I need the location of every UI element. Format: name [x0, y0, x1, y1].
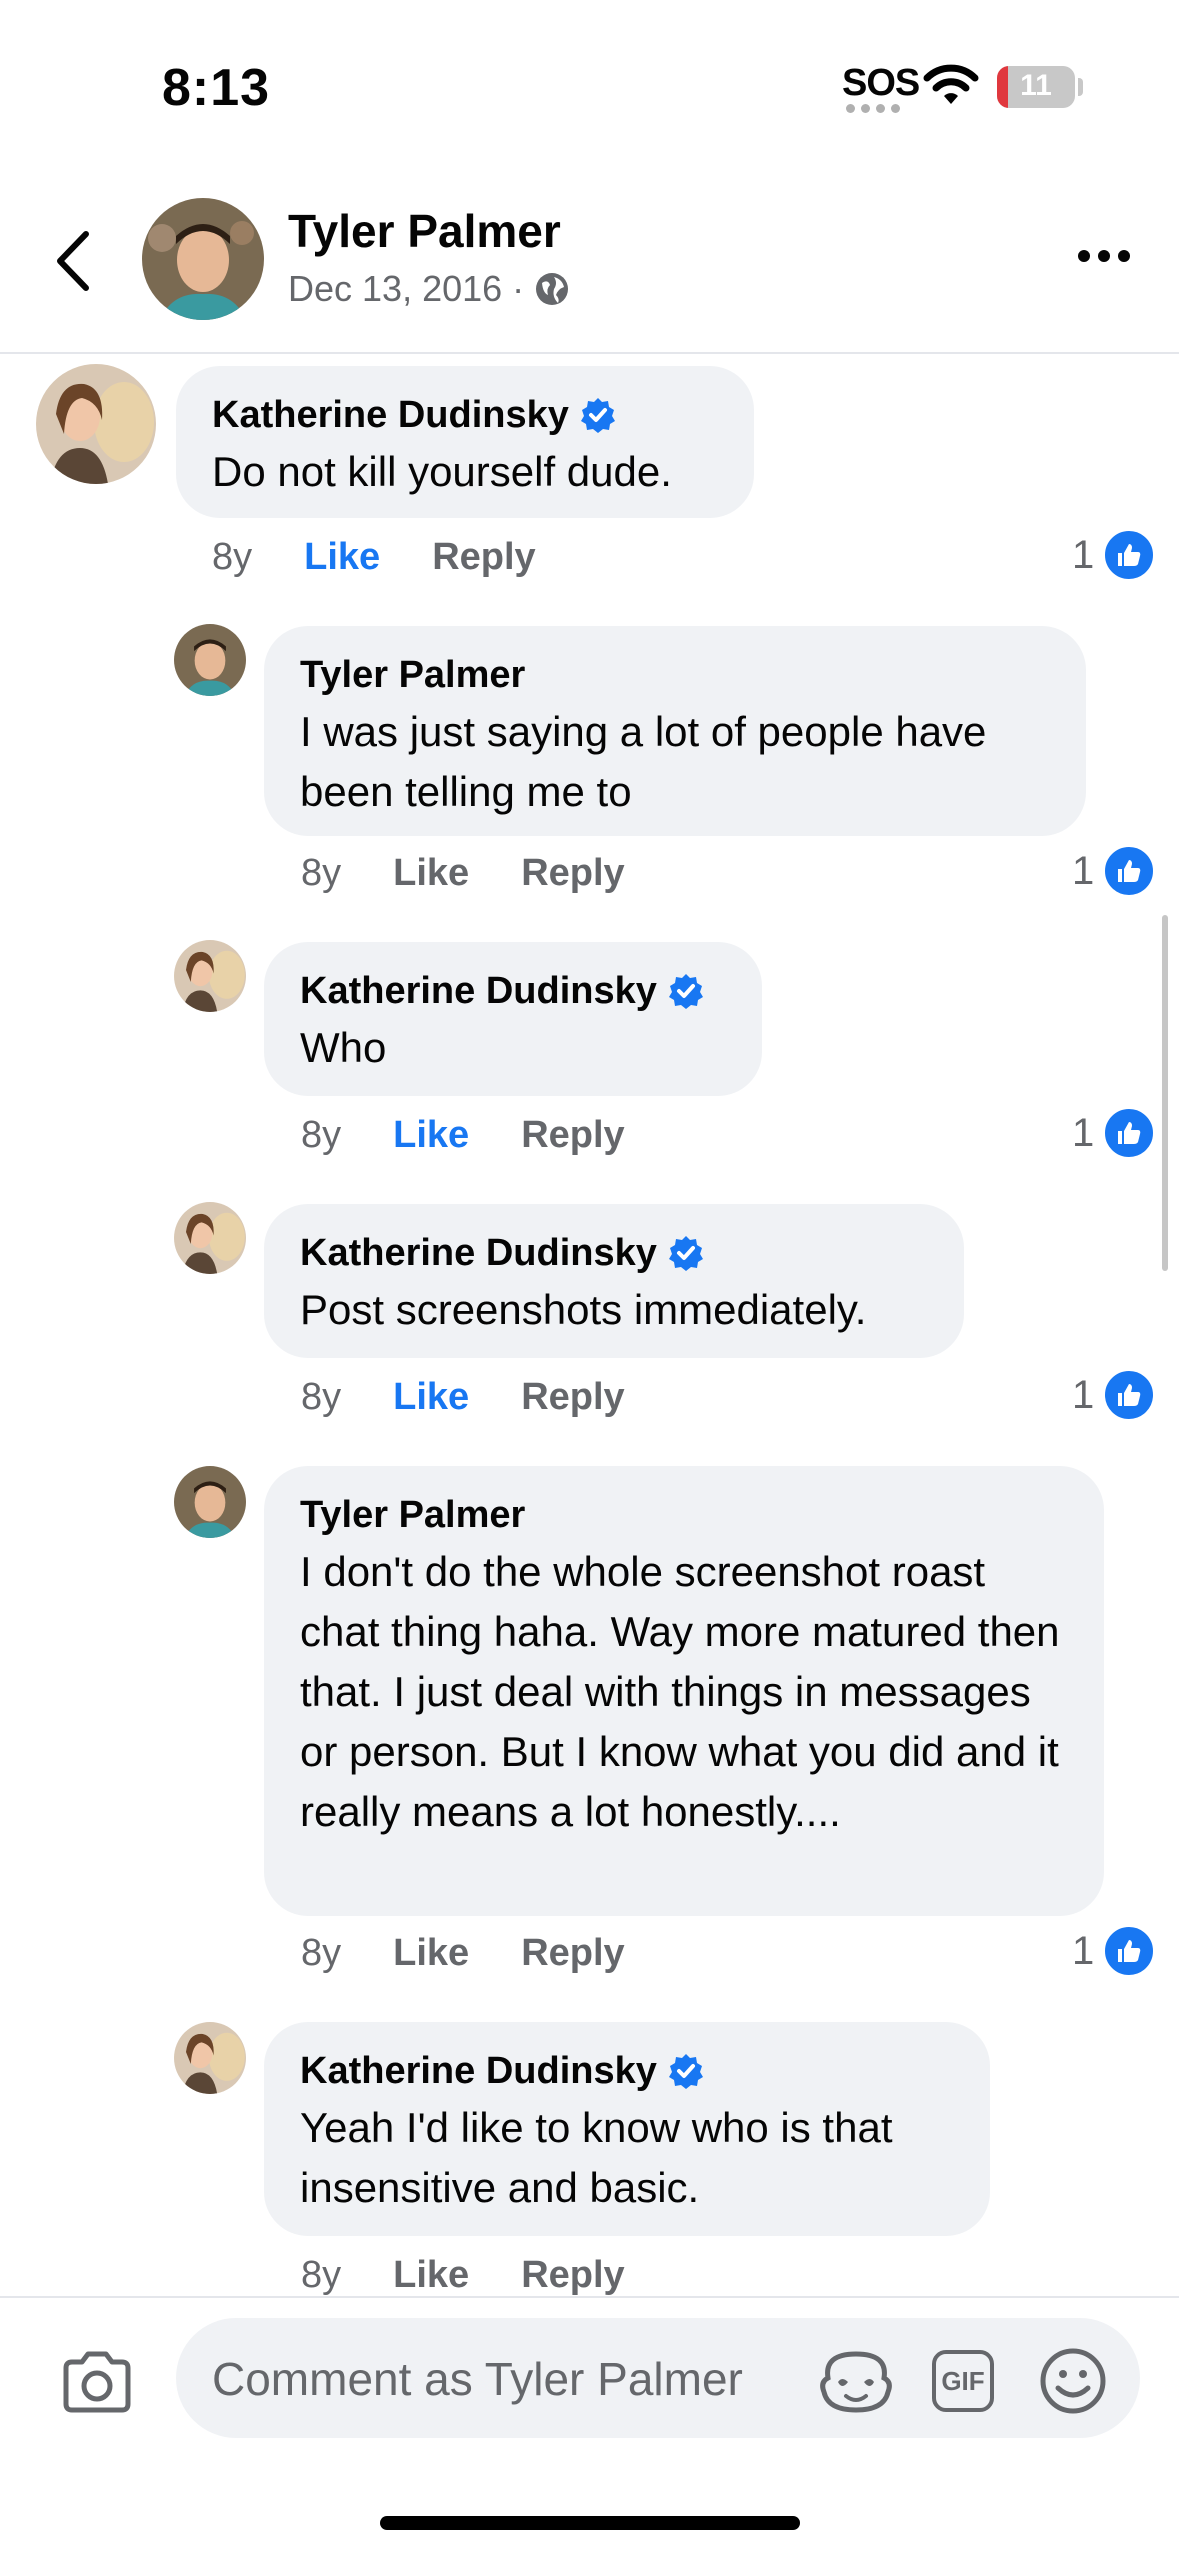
reply-button[interactable]: Reply: [432, 536, 535, 579]
reply-button[interactable]: Reply: [521, 2254, 624, 2297]
comment-input[interactable]: [210, 2346, 774, 2412]
comment-text: I was just saying a lot of people have b…: [300, 708, 987, 815]
comment-bubble[interactable]: Tyler Palmer I don't do the whole screen…: [264, 1466, 1104, 1916]
avatar-sticker-icon[interactable]: [818, 2348, 894, 2414]
comment-bubble[interactable]: Katherine Dudinsky Who: [264, 942, 762, 1096]
like-count: 1: [1072, 1928, 1095, 1973]
battery-percent: 11: [1020, 69, 1052, 102]
like-count: 1: [1072, 532, 1095, 577]
comment-actions: 8y Like Reply: [301, 1376, 625, 1419]
like-button[interactable]: Like: [393, 1114, 469, 1157]
verified-badge-icon: [668, 974, 703, 1009]
status-bar: 8:13 SOS 11: [0, 0, 1179, 170]
header-name[interactable]: Tyler Palmer: [288, 204, 561, 258]
avatar[interactable]: [36, 364, 156, 484]
globe-icon: [536, 273, 569, 305]
reaction-count[interactable]: 1: [1072, 528, 1157, 582]
like-count: 1: [1072, 848, 1095, 893]
header-meta: Dec 13, 2016 ·: [288, 268, 570, 310]
thumbs-up-icon: [1102, 844, 1157, 898]
comment-author[interactable]: Katherine Dudinsky: [212, 392, 718, 438]
reaction-count[interactable]: 1: [1072, 844, 1157, 898]
reply-button[interactable]: Reply: [521, 1376, 624, 1419]
like-button[interactable]: Like: [393, 2254, 469, 2297]
author-name[interactable]: Katherine Dudinsky: [300, 2048, 657, 2094]
home-indicator[interactable]: [380, 2516, 800, 2530]
like-button[interactable]: Like: [393, 852, 469, 895]
comment-bubble[interactable]: Katherine Dudinsky Do not kill yourself …: [176, 366, 754, 518]
comment-author[interactable]: Tyler Palmer: [300, 652, 1050, 698]
comment-author[interactable]: Katherine Dudinsky: [300, 968, 726, 1014]
comment-author[interactable]: Katherine Dudinsky: [300, 2048, 954, 2094]
comment-actions: 8y Like Reply: [212, 536, 536, 579]
verified-badge-icon: [668, 1236, 703, 1271]
more-options-icon[interactable]: [1078, 250, 1130, 262]
comment-input-pill[interactable]: GIF: [176, 2318, 1140, 2438]
comment-text: Yeah I'd like to know who is that insens…: [300, 2104, 893, 2211]
post-header: Tyler Palmer Dec 13, 2016 ·: [0, 170, 1179, 354]
thumbs-up-icon: [1102, 1924, 1157, 1978]
comment-bubble[interactable]: Tyler Palmer I was just saying a lot of …: [264, 626, 1086, 836]
reply-button[interactable]: Reply: [521, 852, 624, 895]
battery-tip: [1078, 78, 1083, 96]
back-arrow-icon[interactable]: [46, 226, 106, 296]
reaction-count[interactable]: 1: [1072, 1106, 1157, 1160]
comment-age: 8y: [301, 1932, 342, 1974]
battery-icon: 11: [997, 66, 1075, 108]
comment-bubble[interactable]: Katherine Dudinsky Yeah I'd like to know…: [264, 2022, 990, 2236]
comment-text: Post screenshots immediately.: [300, 1286, 867, 1333]
like-count: 1: [1072, 1372, 1095, 1417]
like-button[interactable]: Like: [393, 1376, 469, 1419]
verified-badge-icon: [580, 398, 615, 433]
meta-separator: ·: [512, 268, 525, 309]
reply-button[interactable]: Reply: [521, 1114, 624, 1157]
status-time: 8:13: [162, 59, 271, 117]
avatar[interactable]: [174, 2022, 246, 2094]
like-button[interactable]: Like: [393, 1932, 469, 1975]
sos-indicator: SOS: [842, 62, 920, 104]
avatar[interactable]: [174, 624, 246, 696]
comment-author[interactable]: Katherine Dudinsky: [300, 1230, 928, 1276]
comment-age: 8y: [301, 852, 342, 894]
verified-badge-icon: [668, 2054, 703, 2089]
signal-dots-icon: [846, 104, 906, 114]
thumbs-up-icon: [1102, 1368, 1157, 1422]
author-name[interactable]: Katherine Dudinsky: [300, 968, 657, 1014]
thumbs-up-icon: [1102, 528, 1157, 582]
comment-age: 8y: [301, 1114, 342, 1156]
author-name[interactable]: Katherine Dudinsky: [212, 392, 569, 438]
comment-actions: 8y Like Reply: [301, 1932, 625, 1975]
emoji-icon[interactable]: [1038, 2346, 1108, 2416]
reaction-count[interactable]: 1: [1072, 1368, 1157, 1422]
header-avatar[interactable]: [142, 198, 264, 320]
reaction-count[interactable]: 1: [1072, 1924, 1157, 1978]
comment-text: Who: [300, 1024, 387, 1071]
comment-age: 8y: [301, 1376, 342, 1418]
avatar[interactable]: [174, 1466, 246, 1538]
wifi-icon: [923, 64, 979, 104]
comment-text: I don't do the whole screenshot roast ch…: [300, 1548, 1060, 1835]
scrollbar[interactable]: [1162, 915, 1168, 1271]
like-button[interactable]: Like: [304, 536, 380, 579]
comment-actions: 8y Like Reply: [301, 852, 625, 895]
author-name[interactable]: Katherine Dudinsky: [300, 1230, 657, 1276]
comment-text: Do not kill yourself dude.: [212, 448, 672, 495]
comment-actions: 8y Like Reply: [301, 2254, 625, 2297]
post-date: Dec 13, 2016: [288, 268, 503, 309]
comment-age: 8y: [212, 536, 253, 578]
comment-bubble[interactable]: Katherine Dudinsky Post screenshots imme…: [264, 1204, 964, 1358]
like-count: 1: [1072, 1110, 1095, 1155]
camera-icon[interactable]: [60, 2350, 134, 2414]
thumbs-up-icon: [1102, 1106, 1157, 1160]
author-name[interactable]: Tyler Palmer: [300, 1492, 525, 1538]
avatar[interactable]: [174, 1202, 246, 1274]
reply-button[interactable]: Reply: [521, 1932, 624, 1975]
avatar[interactable]: [174, 940, 246, 1012]
comment-author[interactable]: Tyler Palmer: [300, 1492, 1068, 1538]
author-name[interactable]: Tyler Palmer: [300, 652, 525, 698]
gif-button[interactable]: GIF: [932, 2350, 994, 2412]
comment-age: 8y: [301, 2254, 342, 2296]
comment-actions: 8y Like Reply: [301, 1114, 625, 1157]
